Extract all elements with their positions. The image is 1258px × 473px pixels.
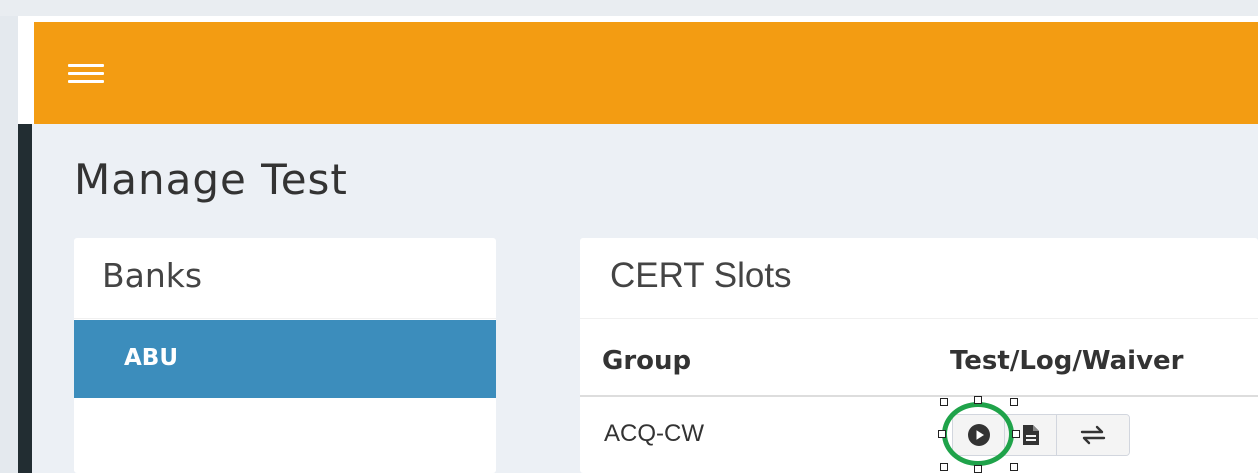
column-header-test-log-waiver: Test/Log/Waiver <box>950 346 1184 376</box>
divider <box>74 318 496 319</box>
test-button[interactable] <box>953 415 1005 455</box>
document-icon <box>1022 425 1039 445</box>
browser-tab-strip <box>0 0 1258 16</box>
bank-item-label: ABU <box>124 345 179 371</box>
selection-handle <box>1010 463 1018 471</box>
hamburger-icon <box>68 64 104 67</box>
top-navbar <box>34 22 1258 124</box>
selection-handle <box>940 463 948 471</box>
selection-handle <box>940 398 948 406</box>
banks-panel: Banks ABU <box>74 238 496 473</box>
row-action-button-group <box>952 414 1130 456</box>
banks-panel-title: Banks <box>102 256 203 295</box>
bank-item-abu[interactable]: ABU <box>74 320 496 398</box>
table-cell-group: ACQ-CW <box>604 420 704 447</box>
waiver-button[interactable] <box>1057 415 1129 455</box>
selection-handle <box>974 465 982 473</box>
selection-handle <box>974 396 982 404</box>
sidebar-collapsed <box>18 124 32 473</box>
selection-handle <box>938 430 946 438</box>
window-left-gutter <box>0 16 18 473</box>
divider <box>580 318 1258 319</box>
column-header-group: Group <box>602 346 692 376</box>
logo-area <box>18 16 34 124</box>
sidebar-toggle-button[interactable] <box>68 64 104 84</box>
selection-handle <box>1012 430 1020 438</box>
transfer-arrows-icon <box>1080 425 1106 445</box>
play-circle-icon <box>967 424 990 446</box>
cert-slots-panel-title: CERT Slots <box>610 256 792 295</box>
table-header-rule <box>580 395 1258 397</box>
page-title: Manage Test <box>74 155 348 204</box>
selection-handle <box>1010 398 1018 406</box>
